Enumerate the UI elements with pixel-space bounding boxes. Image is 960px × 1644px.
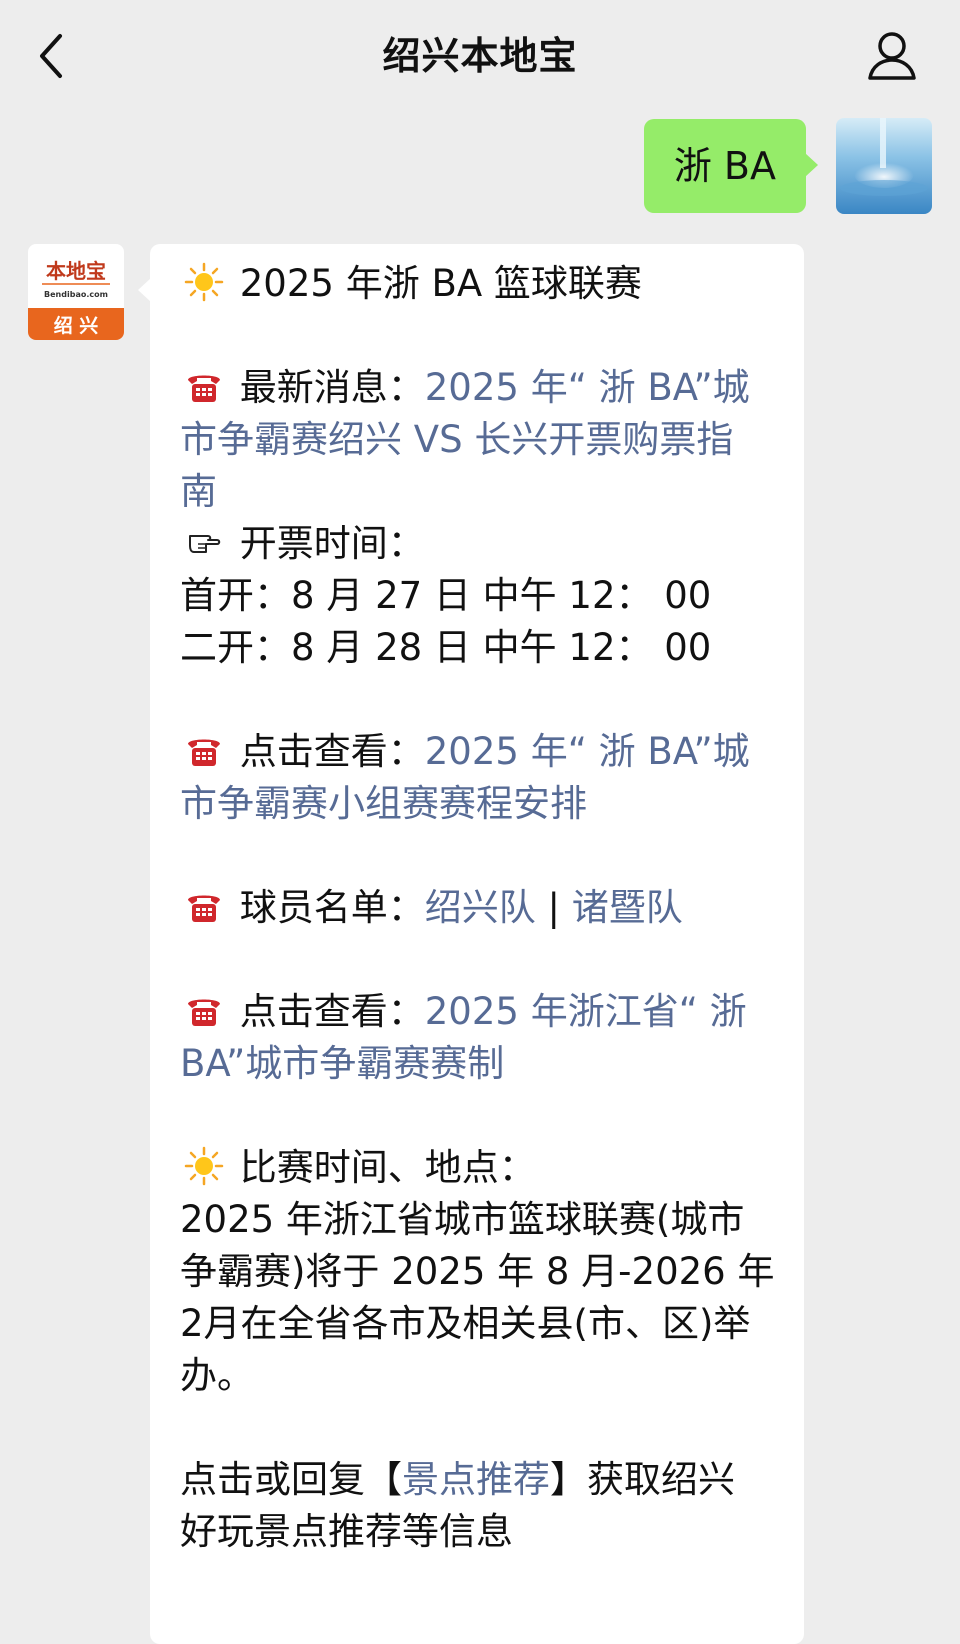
ticket-guide-link-end[interactable]: 南 (180, 470, 217, 513)
profile-button[interactable] (864, 28, 920, 84)
competition-format-link[interactable]: 2025 年浙江省“ 浙 (425, 990, 747, 1033)
roster-label: 球员名单： (239, 886, 425, 929)
logo-text: 本地宝 (46, 259, 106, 283)
roster-line: 球员名单：绍兴队 | 诸暨队 (180, 882, 780, 934)
bendibao-logo: 本地宝 Bendibao.com 绍 兴 (28, 244, 124, 340)
telephone-icon (180, 726, 228, 778)
pointing-hand-icon (180, 518, 228, 570)
message-title-line: 2025 年浙 BA 篮球联赛 (180, 258, 780, 310)
ticket-guide-link-cont[interactable]: 市争霸赛绍兴 VS 长兴开票购票指 (180, 418, 733, 461)
footer-suffix: 】获取绍兴 (550, 1458, 735, 1501)
group-schedule-link[interactable]: 2025 年“ 浙 BA”城 (425, 730, 750, 773)
received-message-text: 2025 年浙 BA 篮球联赛 最新消息：2025 年“ 浙 BA”城 市争霸赛… (180, 258, 780, 1558)
footer-prefix: 点击或回复【 (180, 1458, 402, 1501)
first-sale-time: 首开：8 月 27 日 中午 12： 00 (180, 574, 712, 617)
check-label-2: 点击查看： (239, 990, 425, 1033)
page-title: 绍兴本地宝 (382, 34, 578, 78)
latest-news-label: 最新消息： (239, 366, 425, 409)
competition-format-link-cont[interactable]: BA”城市争霸赛赛制 (180, 1042, 504, 1085)
ticket-time-heading-line: 开票时间： (180, 518, 780, 570)
sent-message-row: 浙 BA (632, 118, 932, 214)
telephone-icon (180, 986, 228, 1038)
received-message-bubble: 2025 年浙 BA 篮球联赛 最新消息：2025 年“ 浙 BA”城 市争霸赛… (138, 244, 804, 1644)
schedule-text-2: 争霸赛)将于 2025 年 8 月-2026 年 (180, 1250, 775, 1293)
schedule-text-4: 办。 (180, 1354, 254, 1397)
sent-message-bubble[interactable]: 浙 BA (643, 119, 819, 213)
group-schedule-link-cont[interactable]: 市争霸赛小组赛赛程安排 (180, 782, 587, 825)
format-link-line: 点击查看：2025 年浙江省“ 浙 (180, 986, 780, 1038)
attractions-link[interactable]: 景点推荐 (402, 1458, 550, 1501)
schedule-text-1: 2025 年浙江省城市篮球联赛(城市 (180, 1198, 745, 1241)
footer-line: 点击或回复【景点推荐】获取绍兴 (180, 1454, 780, 1506)
ticket-guide-link[interactable]: 2025 年“ 浙 BA”城 (425, 366, 750, 409)
schedule-heading: 比赛时间、地点： (239, 1146, 536, 1189)
schedule-text-3: 2月在全省各市及相关县(市、区)举 (180, 1302, 751, 1345)
person-icon (868, 32, 916, 80)
bot-avatar[interactable]: 本地宝 Bendibao.com 绍 兴 (28, 244, 124, 340)
schedule-link-line: 点击查看：2025 年“ 浙 BA”城 (180, 726, 780, 778)
logo-city: 绍 兴 (54, 314, 99, 337)
water-splash-image (836, 118, 932, 214)
sun-icon (180, 1142, 228, 1194)
check-label: 点击查看： (239, 730, 425, 773)
sent-message-text: 浙 BA (673, 144, 776, 188)
latest-news-line: 最新消息：2025 年“ 浙 BA”城 (180, 362, 780, 414)
sun-icon (180, 258, 228, 310)
telephone-icon (180, 882, 228, 934)
top-bar: 绍兴本地宝 (0, 0, 960, 112)
second-sale-time: 二开：8 月 28 日 中午 12： 00 (180, 626, 712, 669)
shaoxing-team-link[interactable]: 绍兴队 (425, 886, 536, 929)
message-title: 2025 年浙 BA 篮球联赛 (239, 262, 642, 305)
user-avatar[interactable] (836, 118, 932, 214)
zhuji-team-link[interactable]: 诸暨队 (572, 886, 683, 929)
roster-separator: | (535, 886, 572, 929)
logo-url: Bendibao.com (44, 290, 108, 299)
telephone-icon (180, 362, 228, 414)
ticket-time-heading: 开票时间： (239, 522, 425, 565)
footer-line-2: 好玩景点推荐等信息 (180, 1510, 513, 1553)
schedule-heading-line: 比赛时间、地点： (180, 1142, 780, 1194)
